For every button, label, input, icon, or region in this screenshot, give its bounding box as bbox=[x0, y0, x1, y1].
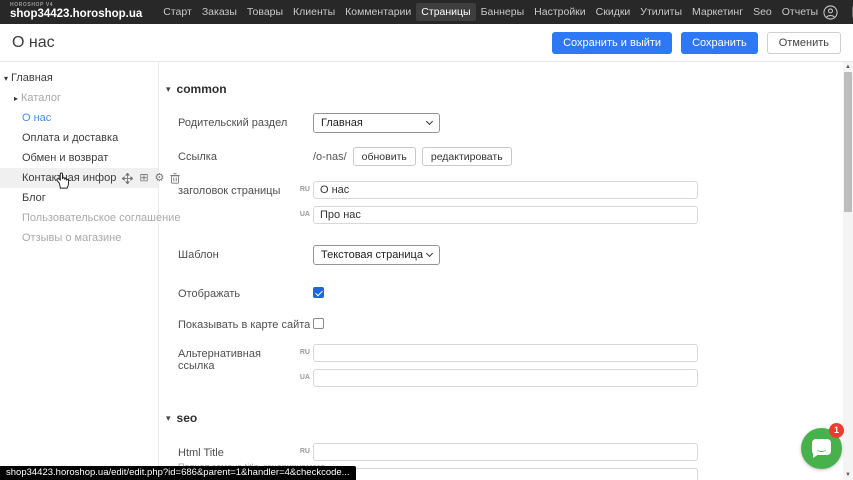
lang-ru-tag: RU bbox=[296, 344, 310, 356]
delete-icon[interactable] bbox=[170, 173, 180, 184]
chat-unread-badge: 1 bbox=[829, 423, 844, 438]
header-actions: Сохранить и выйти Сохранить Отменить bbox=[552, 32, 841, 54]
display-label: Отображать bbox=[178, 284, 313, 300]
display-checkbox[interactable] bbox=[313, 287, 324, 298]
sidebar-item-home[interactable]: ▾ Главная bbox=[0, 68, 158, 88]
chat-widget-button[interactable]: 1 bbox=[801, 428, 843, 470]
alt-link-ru-input[interactable] bbox=[313, 344, 698, 362]
page-title-label: заголовок страницы bbox=[178, 181, 296, 197]
html-title-ru-input[interactable] bbox=[313, 443, 698, 461]
sidebar-item-contacts[interactable]: Контактная инфор ⊞ ⚙ bbox=[0, 168, 158, 188]
template-select[interactable]: Текстовая страница bbox=[313, 245, 440, 265]
move-icon[interactable] bbox=[122, 173, 133, 184]
link-path: /o-nas/ bbox=[313, 150, 347, 163]
menu-item-utilities[interactable]: Утилиты bbox=[635, 3, 687, 21]
template-label: Шаблон bbox=[178, 245, 313, 261]
menu-item-pages[interactable]: Страницы bbox=[416, 3, 475, 21]
page-title-ru-input[interactable] bbox=[313, 181, 698, 199]
menu-item-seo[interactable]: Seo bbox=[748, 3, 777, 21]
sidebar-item-about[interactable]: О нас bbox=[0, 108, 158, 128]
scrollbar-thumb[interactable] bbox=[844, 72, 852, 212]
alt-link-ru-row: Альтернативная ссылка RU bbox=[178, 344, 698, 372]
caret-expanded-icon[interactable]: ▾ bbox=[4, 74, 8, 83]
section-caret-icon: ▾ bbox=[166, 413, 171, 424]
menu-item-comments[interactable]: Комментарии bbox=[340, 3, 416, 21]
section-common[interactable]: ▾ common bbox=[166, 82, 227, 96]
menu-item-settings[interactable]: Настройки bbox=[529, 3, 591, 21]
menu-item-reports[interactable]: Отчеты bbox=[777, 3, 823, 21]
brand-logo[interactable]: HOROSHOP V4 shop34423.horoshop.ua bbox=[10, 3, 142, 21]
menu-item-discounts[interactable]: Скидки bbox=[591, 3, 636, 21]
link-refresh-button[interactable]: обновить bbox=[353, 147, 416, 166]
sitemap-label: Показывать в карте сайта bbox=[178, 315, 313, 331]
page-header: О нас Сохранить и выйти Сохранить Отмени… bbox=[0, 24, 853, 62]
link-row: Ссылка /o-nas/ обновить редактировать bbox=[178, 147, 512, 166]
chat-bubble-icon bbox=[812, 439, 831, 455]
section-caret-icon: ▾ bbox=[166, 84, 171, 95]
page-title-ua-input[interactable] bbox=[313, 206, 698, 224]
tree-row-actions: ⊞ ⚙ bbox=[122, 173, 180, 184]
browser-status-bar: shop34423.horoshop.ua/edit/edit.php?id=6… bbox=[0, 466, 356, 480]
chevron-down-icon bbox=[426, 118, 433, 125]
save-and-exit-button[interactable]: Сохранить и выйти bbox=[552, 32, 672, 54]
display-row: Отображать bbox=[178, 284, 324, 300]
pages-tree-sidebar: ▾ Главная ▸ Каталог О нас Оплата и доста… bbox=[0, 62, 158, 480]
menu-item-products[interactable]: Товары bbox=[242, 3, 288, 21]
account-icon[interactable] bbox=[823, 5, 838, 20]
sidebar-item-reviews[interactable]: Отзывы о магазине bbox=[0, 228, 158, 248]
link-label: Ссылка bbox=[178, 147, 313, 163]
section-seo[interactable]: ▾ seo bbox=[166, 411, 197, 425]
lang-ua-tag: UA bbox=[296, 206, 310, 218]
menu-item-banners[interactable]: Баннеры bbox=[476, 3, 530, 21]
lang-ru-tag: RU bbox=[296, 443, 310, 455]
sidebar-item-blog[interactable]: Блог bbox=[0, 188, 158, 208]
parent-section-row: Родительский раздел Главная bbox=[178, 113, 440, 133]
main-menu: Старт Заказы Товары Клиенты Комментарии … bbox=[158, 3, 823, 21]
menu-item-orders[interactable]: Заказы bbox=[197, 3, 242, 21]
sidebar-item-terms[interactable]: Пользовательское соглашение bbox=[0, 208, 158, 228]
brand-domain: shop34423.horoshop.ua bbox=[10, 9, 142, 21]
page-title-ua-row: UA bbox=[178, 206, 698, 224]
menu-item-marketing[interactable]: Маркетинг bbox=[687, 3, 748, 21]
alt-link-ua-row: UA bbox=[178, 369, 698, 387]
add-icon[interactable]: ⊞ bbox=[139, 173, 148, 184]
page-title: О нас bbox=[12, 34, 55, 52]
app-window: HOROSHOP V4 shop34423.horoshop.ua Старт … bbox=[0, 0, 853, 480]
sidebar-item-exchange-return[interactable]: Обмен и возврат bbox=[0, 148, 158, 168]
topbar: HOROSHOP V4 shop34423.horoshop.ua Старт … bbox=[0, 0, 853, 24]
sidebar-item-catalog[interactable]: ▸ Каталог bbox=[0, 88, 158, 108]
sidebar-item-payment-delivery[interactable]: Оплата и доставка bbox=[0, 128, 158, 148]
chevron-down-icon bbox=[426, 250, 433, 257]
sidebar-divider bbox=[158, 62, 159, 480]
settings-icon[interactable]: ⚙ bbox=[155, 173, 165, 184]
html-title-ua-input[interactable] bbox=[313, 468, 698, 480]
alt-link-ua-input[interactable] bbox=[313, 369, 698, 387]
page-edit-form: ▾ common Родительский раздел Главная Ссы… bbox=[158, 62, 843, 480]
link-edit-button[interactable]: редактировать bbox=[422, 147, 512, 166]
topbar-icons bbox=[823, 5, 853, 20]
scroll-up-icon[interactable]: ▲ bbox=[843, 62, 853, 72]
caret-collapsed-icon[interactable]: ▸ bbox=[14, 94, 18, 103]
template-row: Шаблон Текстовая страница bbox=[178, 245, 440, 265]
sitemap-checkbox[interactable] bbox=[313, 318, 324, 329]
lang-ru-tag: RU bbox=[296, 181, 310, 193]
lang-ua-tag: UA bbox=[296, 369, 310, 381]
cancel-button[interactable]: Отменить bbox=[767, 32, 841, 54]
scroll-down-icon[interactable]: ▼ bbox=[843, 470, 853, 480]
parent-section-select[interactable]: Главная bbox=[313, 113, 440, 133]
menu-item-start[interactable]: Старт bbox=[158, 3, 197, 21]
menu-item-clients[interactable]: Клиенты bbox=[288, 3, 340, 21]
save-button[interactable]: Сохранить bbox=[681, 32, 758, 54]
parent-section-label: Родительский раздел bbox=[178, 113, 313, 129]
page-title-ru-row: заголовок страницы RU bbox=[178, 181, 698, 199]
alt-link-label: Альтернативная ссылка bbox=[178, 344, 296, 372]
vertical-scrollbar[interactable]: ▲ ▼ bbox=[843, 62, 853, 480]
sitemap-row: Показывать в карте сайта bbox=[178, 315, 324, 331]
